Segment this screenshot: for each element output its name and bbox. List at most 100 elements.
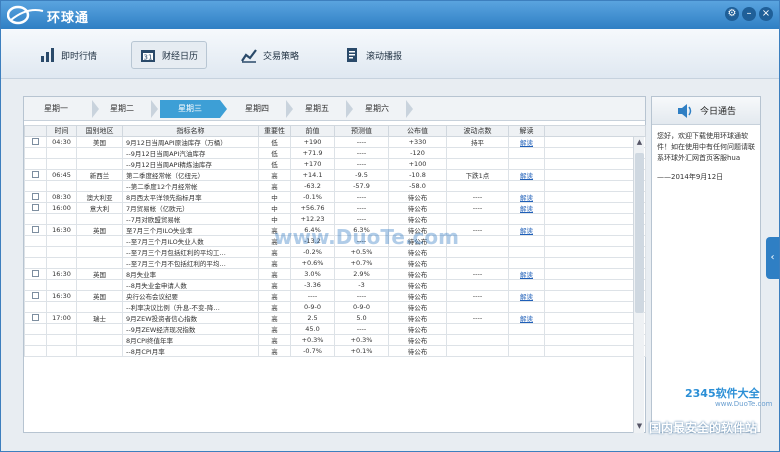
cell-read[interactable]: 解读 <box>508 191 545 203</box>
cell-act: 待公布 <box>388 257 447 269</box>
cell-name: 8月西太平洋领先指标月率 <box>122 191 259 203</box>
row-checkbox[interactable] <box>32 269 39 277</box>
table-row: 16:30 英国 8月失业率高 3.0% 2.9% 待公布 ---- 解读 <box>24 268 646 280</box>
scroll-down-icon[interactable]: ▼ <box>635 422 644 431</box>
cell-read[interactable]: 解读 <box>508 224 545 236</box>
cell-time <box>46 334 77 346</box>
tab-saturday[interactable]: 星期六 <box>347 100 407 118</box>
row-checkbox[interactable] <box>32 137 39 145</box>
cell-prev: +0.3% <box>290 334 335 346</box>
toolbar-finance-calendar[interactable]: 31 财经日历 <box>131 41 208 69</box>
cell-read[interactable]: 解读 <box>508 290 545 302</box>
cell-read[interactable]: 解读 <box>508 268 545 280</box>
tab-tuesday[interactable]: 星期二 <box>94 100 150 118</box>
cell-read[interactable]: 解读 <box>508 312 545 324</box>
calendar-icon: 31 <box>141 50 155 62</box>
cell-act: 待公布 <box>388 202 447 214</box>
cell-filler <box>544 191 646 203</box>
cell-prev: -0.1% <box>290 191 335 203</box>
row-checkbox[interactable] <box>32 192 39 200</box>
vertical-scrollbar[interactable]: ▲ ▼ <box>633 137 644 433</box>
row-checkbox[interactable] <box>32 291 39 299</box>
cell-time: 16:30 <box>46 268 77 280</box>
cell-imp: 低 <box>258 147 291 159</box>
cell-time <box>46 147 77 159</box>
row-checkbox[interactable] <box>32 203 39 211</box>
cell-read <box>508 147 545 159</box>
cell-fc: -9.5 <box>334 169 389 181</box>
row-select <box>24 257 47 269</box>
cell-country: 意大利 <box>76 202 123 214</box>
tab-monday[interactable]: 星期一 <box>28 100 84 118</box>
cell-filler <box>544 301 646 313</box>
sidebar-toggle-button[interactable]: ‹ <box>766 237 779 279</box>
cell-imp: 高 <box>258 180 291 192</box>
cell-name: --至7月三个月ILO失业人数 <box>122 235 259 247</box>
cell-read[interactable]: 解读 <box>508 202 545 214</box>
cell-imp: 中 <box>258 191 291 203</box>
notice-date: ——2014年9月12日 <box>657 173 724 181</box>
scroll-up-icon[interactable]: ▲ <box>635 138 644 147</box>
cell-country: 新西兰 <box>76 169 123 181</box>
toolbar-trading-strategy[interactable]: 交易策略 <box>233 41 307 69</box>
cell-filler <box>544 136 646 148</box>
close-button[interactable]: × <box>759 7 773 21</box>
cell-act: 待公布 <box>388 268 447 280</box>
cell-country: 英国 <box>76 290 123 302</box>
table-row: --8月CPI月率高 -0.7% +0.1% 待公布 <box>24 345 646 357</box>
tab-friday[interactable]: 星期五 <box>287 100 347 118</box>
table-row: 08:30 澳大利亚 8月西太平洋领先指标月率中 -0.1% ---- 待公布 ---- 解读 <box>24 191 646 203</box>
cell-pts: ---- <box>446 202 509 214</box>
toolbar-news-ticker[interactable]: 滚动播报 <box>336 41 410 69</box>
tab-separator <box>151 100 158 118</box>
table-row: --至7月三个月不包括红利的平均… 高 +0.6% +0.7% 待公布 <box>24 257 646 269</box>
cell-fc: ---- <box>334 202 389 214</box>
cell-pts <box>446 279 509 291</box>
watermark-slogan: 国内最安全的软件站 <box>649 421 758 435</box>
cell-pts <box>446 323 509 335</box>
tab-thursday[interactable]: 星期四 <box>229 100 285 118</box>
cell-filler <box>544 334 646 346</box>
row-select <box>24 345 47 357</box>
row-select <box>24 290 47 302</box>
toolbar-label: 滚动播报 <box>366 51 403 62</box>
cell-act: +100 <box>388 158 447 170</box>
cell-fc: -57.9 <box>334 180 389 192</box>
table-row: 06:45 新西兰 第二季度经常帐（亿纽元）高 +14.1 -9.5 -10.8 下跌1点解… <box>24 169 646 181</box>
cell-read[interactable]: 解读 <box>508 136 545 148</box>
cell-read <box>508 158 545 170</box>
watermark-brand-url: www.DuoTe.com <box>715 400 773 408</box>
cell-country <box>76 334 123 346</box>
cell-name: --8月失业金申请人数 <box>122 279 259 291</box>
row-select <box>24 213 47 225</box>
cell-time: 04:30 <box>46 136 77 148</box>
minimize-button[interactable]: – <box>742 7 756 21</box>
cell-filler <box>544 147 646 159</box>
tab-wednesday[interactable]: 星期三 <box>160 100 220 118</box>
scroll-thumb[interactable] <box>635 153 644 313</box>
row-checkbox[interactable] <box>32 313 39 321</box>
cell-imp: 低 <box>258 136 291 148</box>
cell-fc: ---- <box>334 158 389 170</box>
settings-icon[interactable]: ⚙ <box>725 7 739 21</box>
row-checkbox[interactable] <box>32 225 39 233</box>
cell-filler <box>544 323 646 335</box>
cell-name: 7月贸易帐（亿欧元） <box>122 202 259 214</box>
cell-read <box>508 323 545 335</box>
cell-name: --9月12日当周API精炼油库存 <box>122 158 259 170</box>
cell-time: 16:30 <box>46 290 77 302</box>
cell-read[interactable]: 解读 <box>508 169 545 181</box>
cell-name: --9月ZEW经济现况指数 <box>122 323 259 335</box>
toolbar-label: 财经日历 <box>162 51 199 62</box>
toolbar-label: 交易策略 <box>263 51 300 62</box>
toolbar-realtime-quotes[interactable]: 即时行情 <box>31 41 105 69</box>
cell-pts <box>446 147 509 159</box>
header-select <box>24 125 47 137</box>
cell-time <box>46 301 77 313</box>
row-checkbox[interactable] <box>32 170 39 178</box>
cell-name: 至7月三个月ILO失业率 <box>122 224 259 236</box>
cell-filler <box>544 290 646 302</box>
cell-act: 待公布 <box>388 334 447 346</box>
cell-imp: 高 <box>258 312 291 324</box>
cell-time: 16:00 <box>46 202 77 214</box>
